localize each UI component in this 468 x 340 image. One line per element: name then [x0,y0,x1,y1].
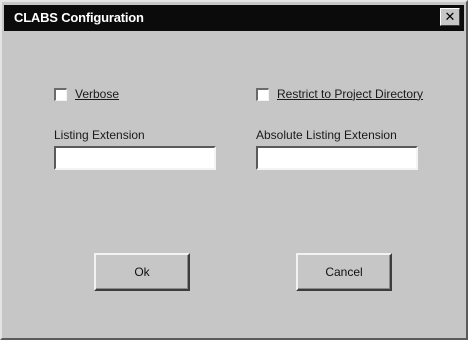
verbose-checkbox[interactable] [54,87,67,101]
restrict-label: Restrict to Project Directory [277,87,424,101]
listing-extension-label: Listing Extension [54,128,145,142]
restrict-checkbox[interactable] [256,87,269,101]
restrict-option[interactable]: Restrict to Project Directory [256,87,423,101]
dialog-title: CLABS Configuration [14,10,144,25]
verbose-label: Verbose [75,87,120,101]
cancel-button[interactable]: Cancel [296,253,392,291]
ok-button[interactable]: Ok [94,253,190,291]
ok-button-label: Ok [134,265,150,279]
verbose-option[interactable]: Verbose [54,87,119,101]
clabs-configuration-dialog: CLABS Configuration ✕ Verbose Restrict t… [0,0,468,340]
cancel-button-label: Cancel [325,265,363,279]
listing-extension-input[interactable] [54,146,216,170]
close-icon[interactable]: ✕ [440,8,460,26]
title-bar[interactable]: CLABS Configuration ✕ [4,5,464,31]
absolute-listing-extension-label: Absolute Listing Extension [256,128,397,142]
absolute-listing-extension-input[interactable] [256,146,418,170]
